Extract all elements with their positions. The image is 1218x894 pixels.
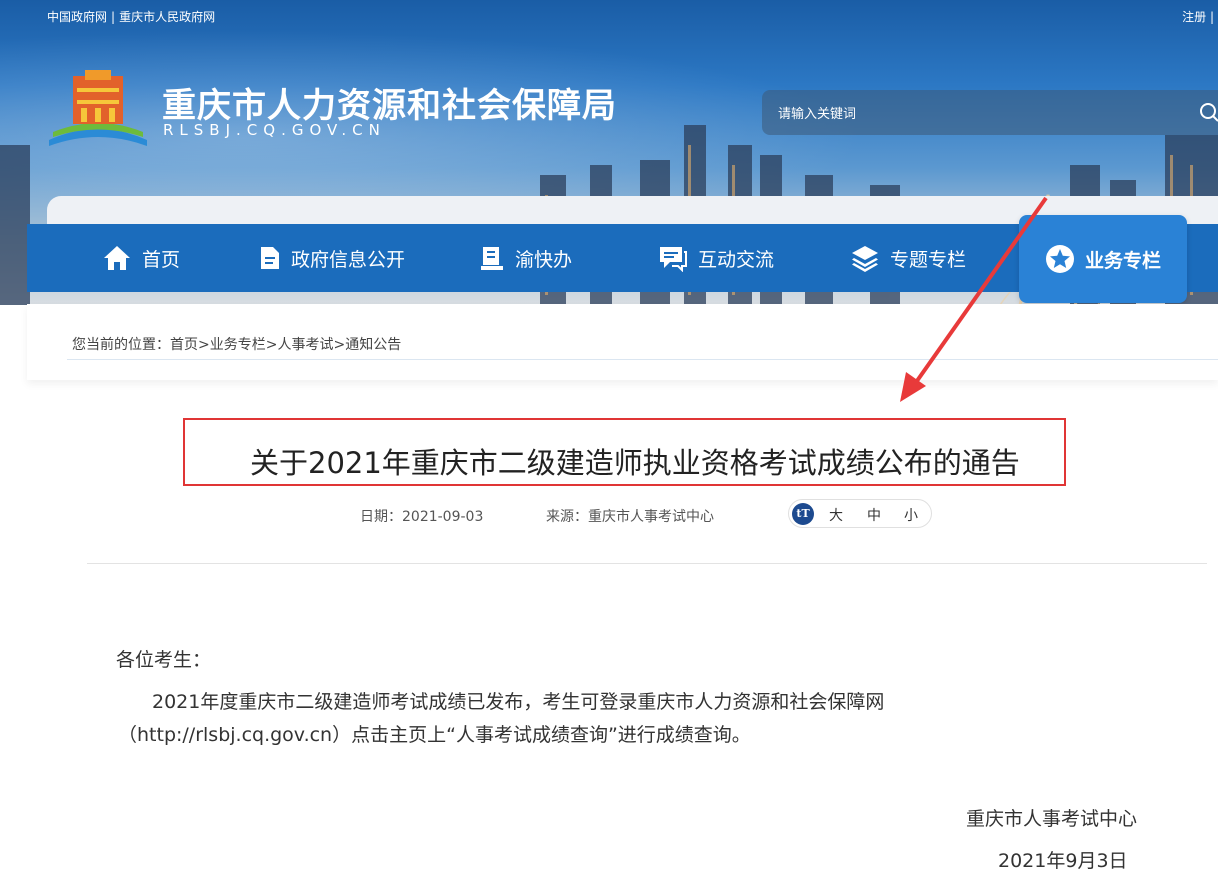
- breadcrumb-divider: [67, 359, 1218, 360]
- signature-date: 2021年9月3日: [998, 850, 1128, 872]
- article-title: 关于2021年重庆市二级建造师执业资格考试成绩公布的通告: [250, 446, 1020, 480]
- font-size-icon: tT: [792, 503, 814, 525]
- site-url: RLSBJ.CQ.GOV.CN: [163, 121, 386, 139]
- star-icon: [1045, 245, 1074, 273]
- nav-label-business: 业务专栏: [1084, 249, 1161, 272]
- signature-org: 重庆市人事考试中心: [966, 808, 1138, 830]
- nav-item-gov-info[interactable]: 政府信息公开: [259, 224, 405, 292]
- breadcrumb[interactable]: 您当前的位置：首页>业务专栏>人事考试>通知公告: [72, 334, 401, 354]
- article-source: 来源：重庆市人事考试中心: [546, 509, 714, 525]
- article-divider: [87, 563, 1207, 564]
- font-size-small-button[interactable]: 小: [904, 505, 918, 525]
- chat-icon: [660, 247, 687, 272]
- nav-label-yukuaiban: 渝快办: [515, 248, 573, 271]
- layers-icon: [852, 246, 878, 272]
- nav-item-home[interactable]: 首页: [102, 224, 180, 292]
- font-size-switcher: tT 大 中 小: [788, 499, 932, 528]
- article-salutation: 各位考生：: [116, 649, 212, 671]
- nav-item-business[interactable]: 业务专栏: [1019, 215, 1187, 303]
- link-chongqing-gov[interactable]: 重庆市人民政府网: [119, 10, 215, 24]
- nav-label-gov-info: 政府信息公开: [291, 248, 406, 271]
- top-separator: |: [111, 10, 116, 24]
- breadcrumb-panel: 您当前的位置：首页>业务专栏>人事考试>通知公告: [27, 304, 1218, 380]
- search-box: [762, 90, 1218, 135]
- font-size-large-button[interactable]: 大: [829, 505, 843, 525]
- nav-label-interaction: 互动交流: [698, 248, 775, 271]
- top-bar: 中国政府网 | 重庆市人民政府网 注册 |: [0, 0, 1218, 32]
- link-china-gov[interactable]: 中国政府网: [47, 10, 107, 24]
- register-link[interactable]: 注册 |: [1182, 8, 1214, 25]
- article-paragraph-line-1: 2021年度重庆市二级建造师考试成绩已发布，考生可登录重庆市人力资源和社会保障网: [152, 691, 885, 713]
- book-icon: [481, 247, 503, 270]
- home-icon: [104, 246, 130, 270]
- main-nav: 首页 政府信息公开 渝快办 互动交流 专题专栏 业务专栏: [27, 215, 1218, 303]
- font-size-medium-button[interactable]: 中: [867, 505, 881, 525]
- nav-label-home: 首页: [142, 248, 181, 271]
- document-icon: [261, 247, 279, 269]
- nav-label-topics: 专题专栏: [890, 248, 967, 271]
- nav-item-yukuaiban[interactable]: 渝快办: [479, 224, 572, 292]
- nav-item-topics[interactable]: 专题专栏: [850, 224, 966, 292]
- article-date: 日期：2021-09-03: [360, 509, 484, 525]
- search-input[interactable]: [776, 102, 1180, 126]
- search-icon[interactable]: [1199, 102, 1218, 122]
- top-links: 中国政府网 | 重庆市人民政府网: [47, 8, 215, 25]
- article-paragraph-line-2: （http://rlsbj.cq.gov.cn）点击主页上“人事考试成绩查询”进…: [118, 724, 751, 746]
- site-logo: [49, 70, 147, 146]
- site-title: 重庆市人力资源和社会保障局: [162, 86, 617, 126]
- nav-item-interaction[interactable]: 互动交流: [658, 224, 774, 292]
